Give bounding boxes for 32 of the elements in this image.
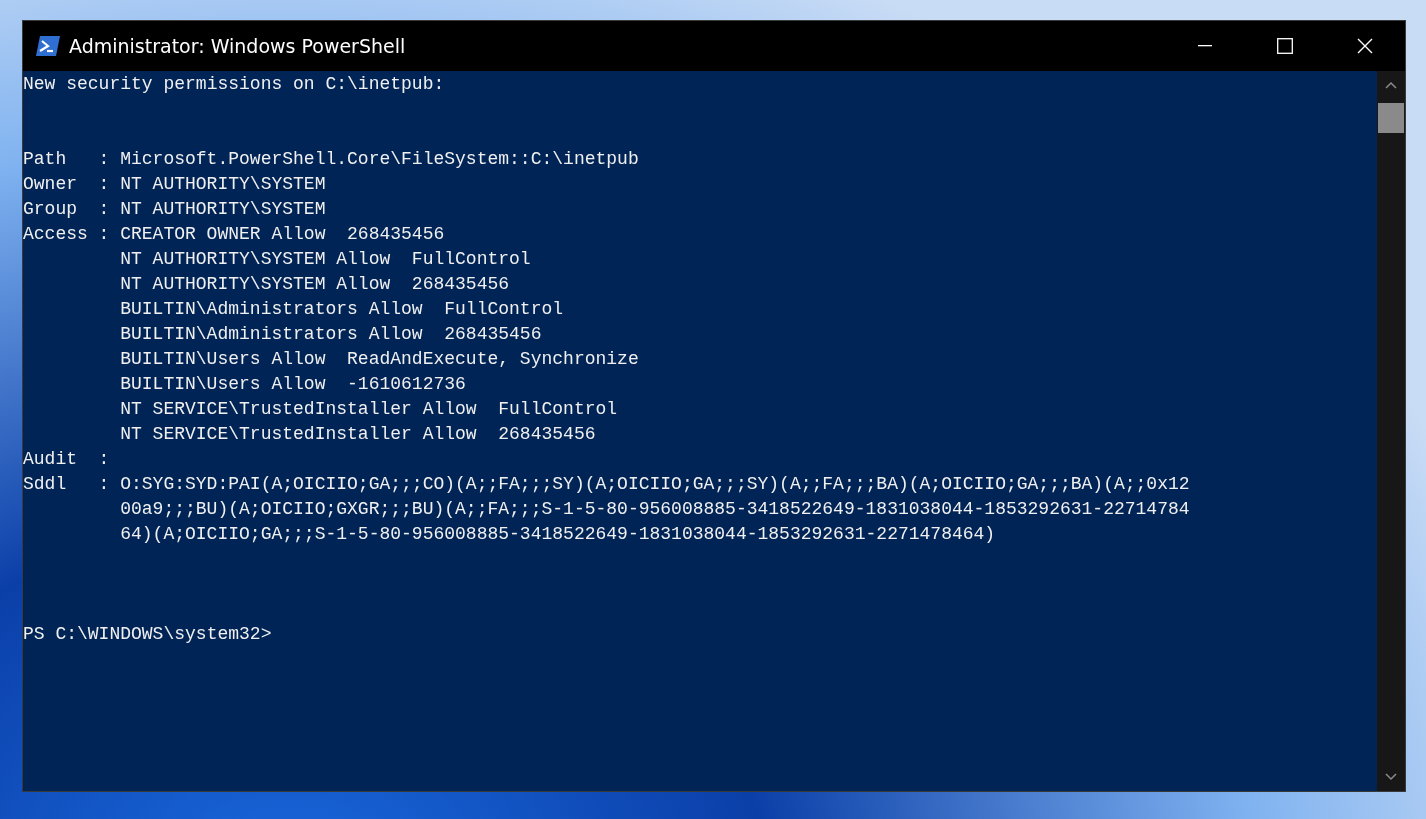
scroll-thumb[interactable]: [1378, 103, 1404, 133]
property-value: NT AUTHORITY\SYSTEM Allow FullControl: [120, 248, 531, 271]
property-value: NT SERVICE\TrustedInstaller Allow 268435456: [120, 423, 596, 446]
command-prompt: PS C:\WINDOWS\system32>: [23, 623, 272, 646]
property-value: NT AUTHORITY\SYSTEM: [120, 173, 326, 196]
property-value: Microsoft.PowerShell.Core\FileSystem::C:\inetpub: [120, 148, 639, 171]
scroll-down-icon[interactable]: [1385, 773, 1397, 781]
property-value: CREATOR OWNER Allow 268435456: [120, 223, 445, 246]
property-value: BUILTIN\Users Allow -1610612736: [120, 373, 466, 396]
property-label: Access :: [23, 223, 111, 246]
output-heading: New security permissions on C:\inetpub:: [23, 73, 445, 96]
property-value: 00a9;;;BU)(A;OICIIO;GXGR;;;BU)(A;;FA;;;S-1-5-80-956008885-3418522649-1831038044-1853292631-22714784: [120, 498, 1190, 521]
minimize-icon: [1198, 45, 1212, 47]
property-value: NT SERVICE\TrustedInstaller Allow FullControl: [120, 398, 618, 421]
maximize-icon: [1277, 38, 1293, 54]
property-value: NT AUTHORITY\SYSTEM Allow 268435456: [120, 273, 510, 296]
close-icon: [1357, 38, 1373, 54]
property-value: BUILTIN\Administrators Allow FullControl: [120, 298, 564, 321]
property-label: Audit :: [23, 448, 111, 471]
property-label: Sddl :: [23, 473, 111, 496]
scrollbar[interactable]: [1377, 71, 1405, 791]
property-value: BUILTIN\Administrators Allow 268435456: [120, 323, 542, 346]
property-value: 64)(A;OICIIO;GA;;;S-1-5-80-956008885-3418522649-1831038044-1853292631-2271478464): [120, 523, 996, 546]
powershell-icon: [35, 35, 61, 57]
scroll-up-icon[interactable]: [1385, 81, 1397, 89]
property-label: Path :: [23, 148, 111, 171]
property-value: NT AUTHORITY\SYSTEM: [120, 198, 326, 221]
property-value: BUILTIN\Users Allow ReadAndExecute, Synchronize: [120, 348, 639, 371]
property-label: Group :: [23, 198, 111, 221]
property-value: O:SYG:SYD:PAI(A;OICIIO;GA;;;CO)(A;;FA;;;SY)(A;OICIIO;GA;;;SY)(A;;FA;;;BA)(A;OICIIO;GA;;;BA)(A;;0x12: [120, 473, 1190, 496]
window-title: Administrator: Windows PowerShell: [69, 35, 407, 57]
property-label: Owner :: [23, 173, 111, 196]
